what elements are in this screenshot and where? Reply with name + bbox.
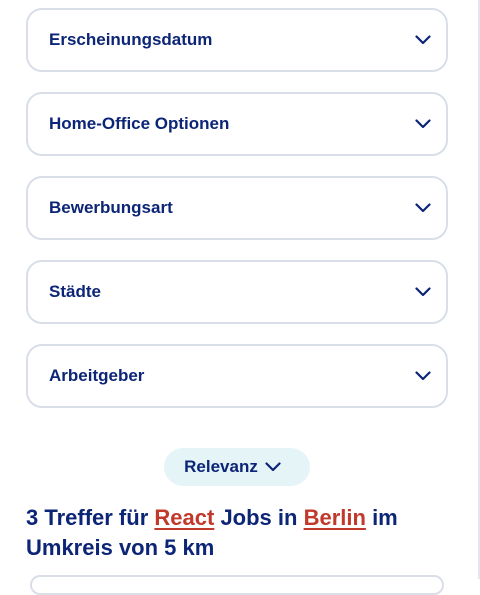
filter-list: Erscheinungsdatum Home-Office Optionen B… bbox=[26, 8, 448, 428]
filter-label: Städte bbox=[49, 282, 101, 301]
filter-staedte[interactable]: Städte bbox=[26, 260, 448, 324]
filter-bewerbungsart[interactable]: Bewerbungsart bbox=[26, 176, 448, 240]
city-link[interactable]: Berlin bbox=[304, 505, 366, 530]
filter-label: Arbeitgeber bbox=[49, 366, 145, 385]
chevron-down-icon bbox=[414, 283, 432, 301]
chevron-down-icon bbox=[414, 31, 432, 49]
sort-label: Relevanz bbox=[184, 457, 258, 476]
chevron-down-icon bbox=[414, 115, 432, 133]
job-card-partial[interactable] bbox=[30, 575, 444, 595]
keyword-link[interactable]: React bbox=[154, 505, 214, 530]
filter-arbeitgeber[interactable]: Arbeitgeber bbox=[26, 344, 448, 408]
filter-label: Erscheinungsdatum bbox=[49, 30, 213, 49]
chevron-down-icon bbox=[414, 367, 432, 385]
results-heading: 3 Treffer für React Jobs in Berlin im Um… bbox=[26, 503, 456, 563]
chevron-down-icon bbox=[414, 199, 432, 217]
results-middle-text: Jobs in bbox=[220, 505, 298, 530]
filter-label: Bewerbungsart bbox=[49, 198, 173, 217]
sort-container: Relevanz bbox=[0, 448, 474, 486]
filter-erscheinungsdatum[interactable]: Erscheinungsdatum bbox=[26, 8, 448, 72]
filter-label: Home-Office Optionen bbox=[49, 114, 230, 133]
sort-relevance-button[interactable]: Relevanz bbox=[164, 448, 310, 486]
results-count-text: 3 Treffer für bbox=[26, 505, 149, 530]
chevron-down-icon bbox=[264, 458, 282, 476]
filter-home-office-optionen[interactable]: Home-Office Optionen bbox=[26, 92, 448, 156]
